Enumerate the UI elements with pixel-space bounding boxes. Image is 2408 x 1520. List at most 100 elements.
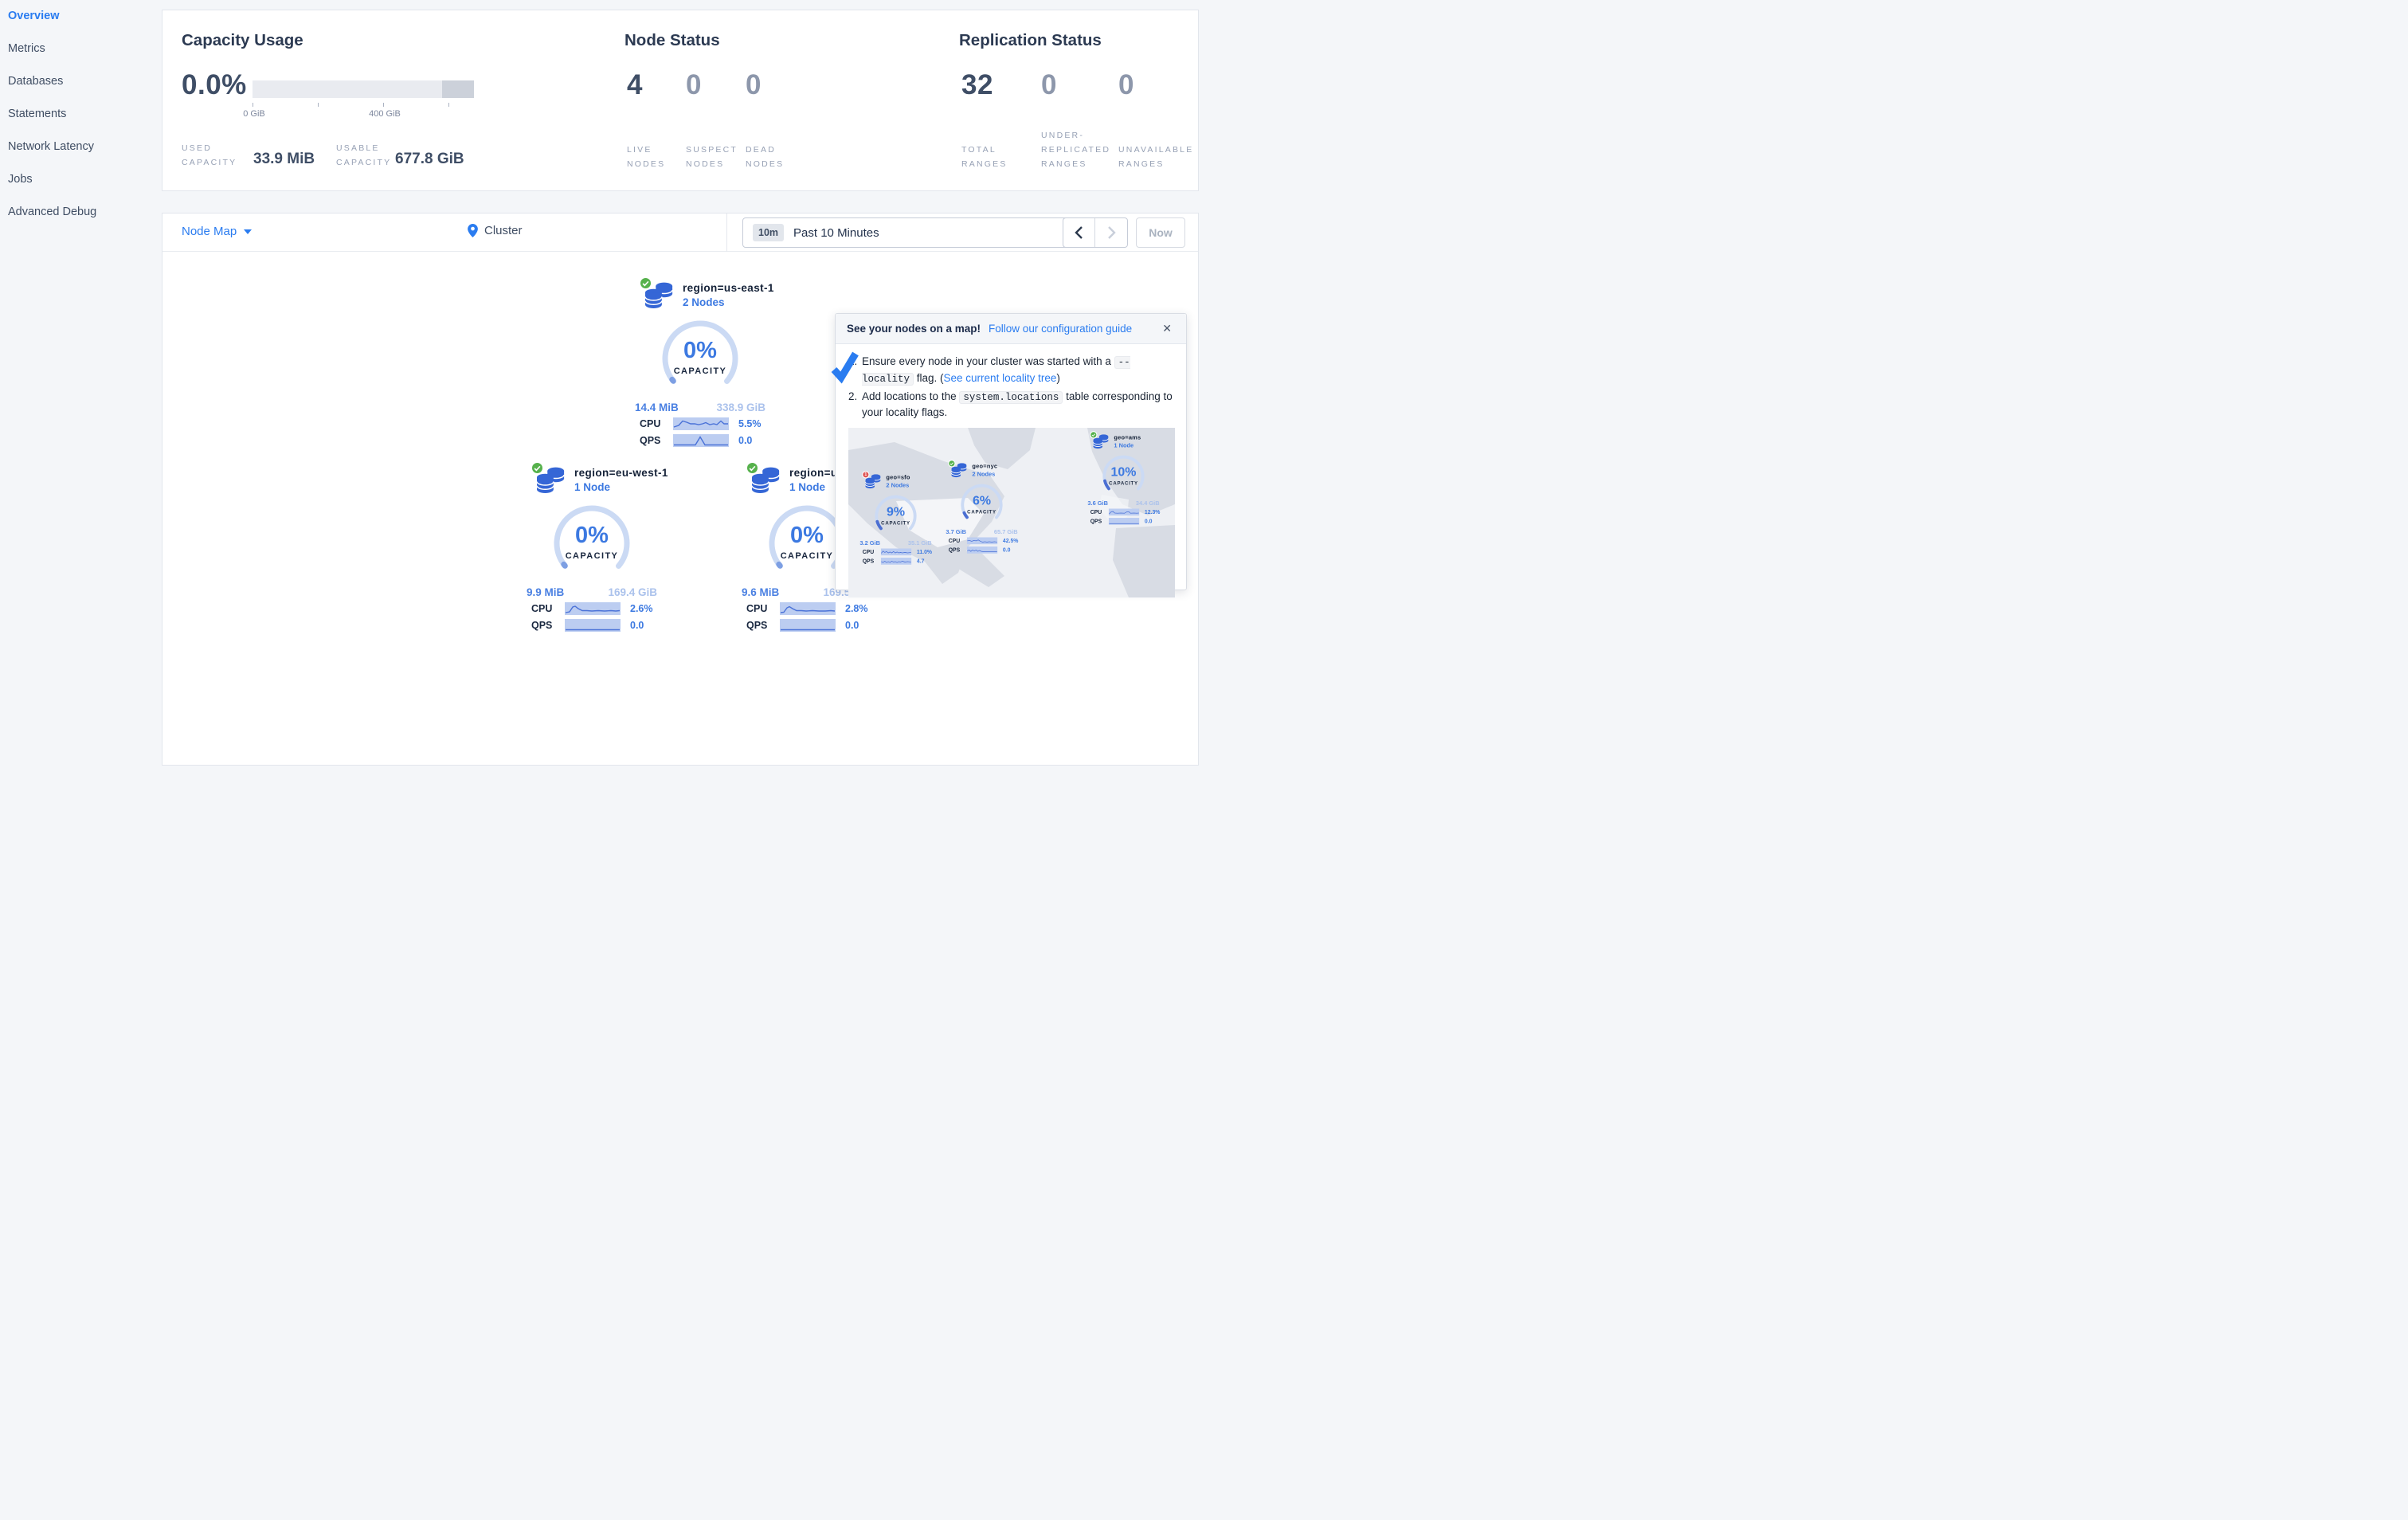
qps-value: 4.7 (916, 558, 925, 564)
sidebar-item-jobs[interactable]: Jobs (0, 163, 159, 196)
popup-header: See your nodes on a map! Follow our conf… (836, 314, 1186, 344)
close-icon[interactable]: ✕ (1159, 320, 1175, 337)
cpu-sparkline (673, 417, 729, 430)
cpu-value: 2.8% (845, 603, 868, 614)
gauge-percent: 6% (972, 493, 992, 507)
capacity-tick-0: 0 GiB (243, 109, 265, 119)
map-node-geo-nyc: geo=nyc 2 Nodes 6% CAPACITY 3.7 GiB 65.7… (942, 459, 1021, 554)
map-pin-icon (468, 224, 478, 237)
gauge-percent: 0% (575, 523, 609, 548)
gauge-capacity-label: CAPACITY (967, 508, 996, 515)
node-count-label: 1 Node (1114, 441, 1134, 449)
prev-time-window-button[interactable] (1063, 218, 1095, 247)
cpu-value: 5.5% (738, 418, 762, 429)
qps-sparkline (880, 557, 912, 565)
database-icon: 1 (862, 470, 882, 490)
database-icon (639, 276, 675, 311)
gauge-capacity-label: CAPACITY (565, 551, 619, 561)
cpu-label: CPU (746, 603, 768, 614)
node-region-label: geo=sfo (886, 473, 910, 480)
cpu-sparkline (1108, 508, 1140, 515)
qps-sparkline (1108, 517, 1140, 525)
chevron-right-icon (1107, 226, 1116, 239)
capacity-gauge: 6% CAPACITY (959, 482, 1004, 527)
cpu-label: CPU (948, 537, 961, 544)
cpu-value: 11.0% (916, 548, 933, 555)
sidebar-item-databases[interactable]: Databases (0, 65, 159, 98)
configuration-guide-link[interactable]: Follow our configuration guide (989, 323, 1151, 335)
cpu-label: CPU (1090, 508, 1102, 515)
node-map-toolbar: Node Map Cluster 10m Past 10 Minutes Now (162, 214, 1198, 252)
qps-value: 0.0 (1002, 546, 1011, 553)
node-total-capacity: 169.4 GiB (608, 586, 657, 598)
sidebar-item-network-latency[interactable]: Network Latency (0, 131, 159, 163)
node-healthy-icon (948, 459, 956, 467)
now-button[interactable]: Now (1136, 217, 1185, 248)
used-capacity-value: 33.9 MiB (253, 151, 315, 167)
time-range-select[interactable]: 10m Past 10 Minutes (742, 217, 1093, 248)
node-total-capacity: 35.1 GiB (907, 539, 932, 546)
replication-status-title: Replication Status (959, 31, 1102, 49)
node-map-canvas: region=us-east-1 2 Nodes 0% CAPACITY 14.… (162, 252, 1198, 765)
system-locations-code: system.locations (959, 390, 1063, 404)
db-console-overview-page: { "sidebar": { "items": [ { "label": "Ov… (0, 0, 1204, 766)
database-icon (746, 461, 781, 496)
node-group-eu-west-1[interactable]: region=eu-west-1 1 Node 0% CAPACITY 9.9 … (520, 461, 668, 632)
cpu-sparkline (780, 602, 836, 615)
locality-tree-link[interactable]: See current locality tree (944, 372, 1057, 384)
node-region-label: geo=nyc (972, 462, 998, 469)
node-healthy-icon (531, 461, 544, 475)
node-total-capacity: 338.9 GiB (716, 402, 765, 413)
cluster-summary-card: Capacity Usage 0.0% 0 GiB 400 GiB USED CA… (162, 10, 1199, 191)
capacity-percent: 0.0% (182, 69, 247, 100)
qps-sparkline (780, 619, 836, 632)
qps-value: 0.0 (1144, 518, 1153, 524)
node-healthy-icon (1090, 430, 1098, 438)
popup-body: 1. Ensure every node in your cluster was… (831, 344, 1186, 597)
next-time-window-button[interactable] (1095, 218, 1127, 247)
node-used-capacity: 9.6 MiB (742, 586, 780, 598)
gauge-percent: 0% (683, 338, 717, 363)
sidebar-item-advanced-debug[interactable]: Advanced Debug (0, 196, 159, 229)
view-selector-dropdown[interactable]: Node Map (182, 225, 253, 238)
capacity-gauge: 0% CAPACITY (550, 502, 633, 585)
capacity-usage-title: Capacity Usage (182, 31, 303, 49)
node-region-label: geo=ams (1114, 433, 1141, 441)
database-icon (1090, 430, 1110, 450)
cpu-value: 42.5% (1002, 537, 1019, 544)
qps-label: QPS (948, 546, 961, 553)
node-map-card: Node Map Cluster 10m Past 10 Minutes Now… (162, 213, 1199, 766)
sidebar-item-metrics[interactable]: Metrics (0, 33, 159, 65)
node-region-label: region=eu-west-1 (574, 467, 668, 479)
node-count-link[interactable]: 1 Node (574, 481, 668, 493)
qps-sparkline (565, 619, 621, 632)
sidebar-item-overview[interactable]: Overview (0, 0, 159, 33)
breadcrumb[interactable]: Cluster (468, 224, 523, 237)
node-count-link[interactable]: 2 Nodes (683, 296, 774, 308)
cpu-value: 2.6% (630, 603, 653, 614)
node-total-capacity: 65.7 GiB (993, 528, 1018, 535)
node-used-capacity: 14.4 MiB (635, 402, 679, 413)
node-map-setup-popup: See your nodes on a map! Follow our conf… (831, 313, 1187, 597)
suspect-nodes-count: 0 (686, 69, 702, 100)
sidebar-item-statements[interactable]: Statements (0, 98, 159, 131)
database-icon (948, 459, 968, 479)
unavailable-label: UNAVAILABLE RANGES (1118, 145, 1194, 169)
breadcrumb-label: Cluster (484, 224, 523, 237)
caret-down-icon (244, 229, 253, 235)
capacity-tick-400: 400 GiB (369, 109, 401, 119)
time-range-badge: 10m (753, 224, 785, 241)
capacity-bar (253, 80, 474, 98)
qps-label: QPS (746, 620, 768, 631)
cpu-sparkline (880, 548, 912, 555)
cpu-label: CPU (531, 603, 553, 614)
node-used-capacity: 3.6 GiB (1087, 499, 1108, 507)
capacity-gauge: 0% CAPACITY (659, 317, 742, 400)
example-node-map-image: 1 geo=sfo 2 Nodes 9% CAPACITY 3.2 GiB 35… (848, 427, 1175, 597)
qps-label: QPS (862, 558, 875, 564)
setup-step-2: 2. Add locations to the system.locations… (848, 390, 1173, 419)
database-icon (531, 461, 566, 496)
node-group-us-east-1[interactable]: region=us-east-1 2 Nodes 0% CAPACITY 14.… (628, 276, 774, 447)
usable-capacity-value: 677.8 GiB (395, 151, 464, 167)
node-used-capacity: 9.9 MiB (527, 586, 565, 598)
